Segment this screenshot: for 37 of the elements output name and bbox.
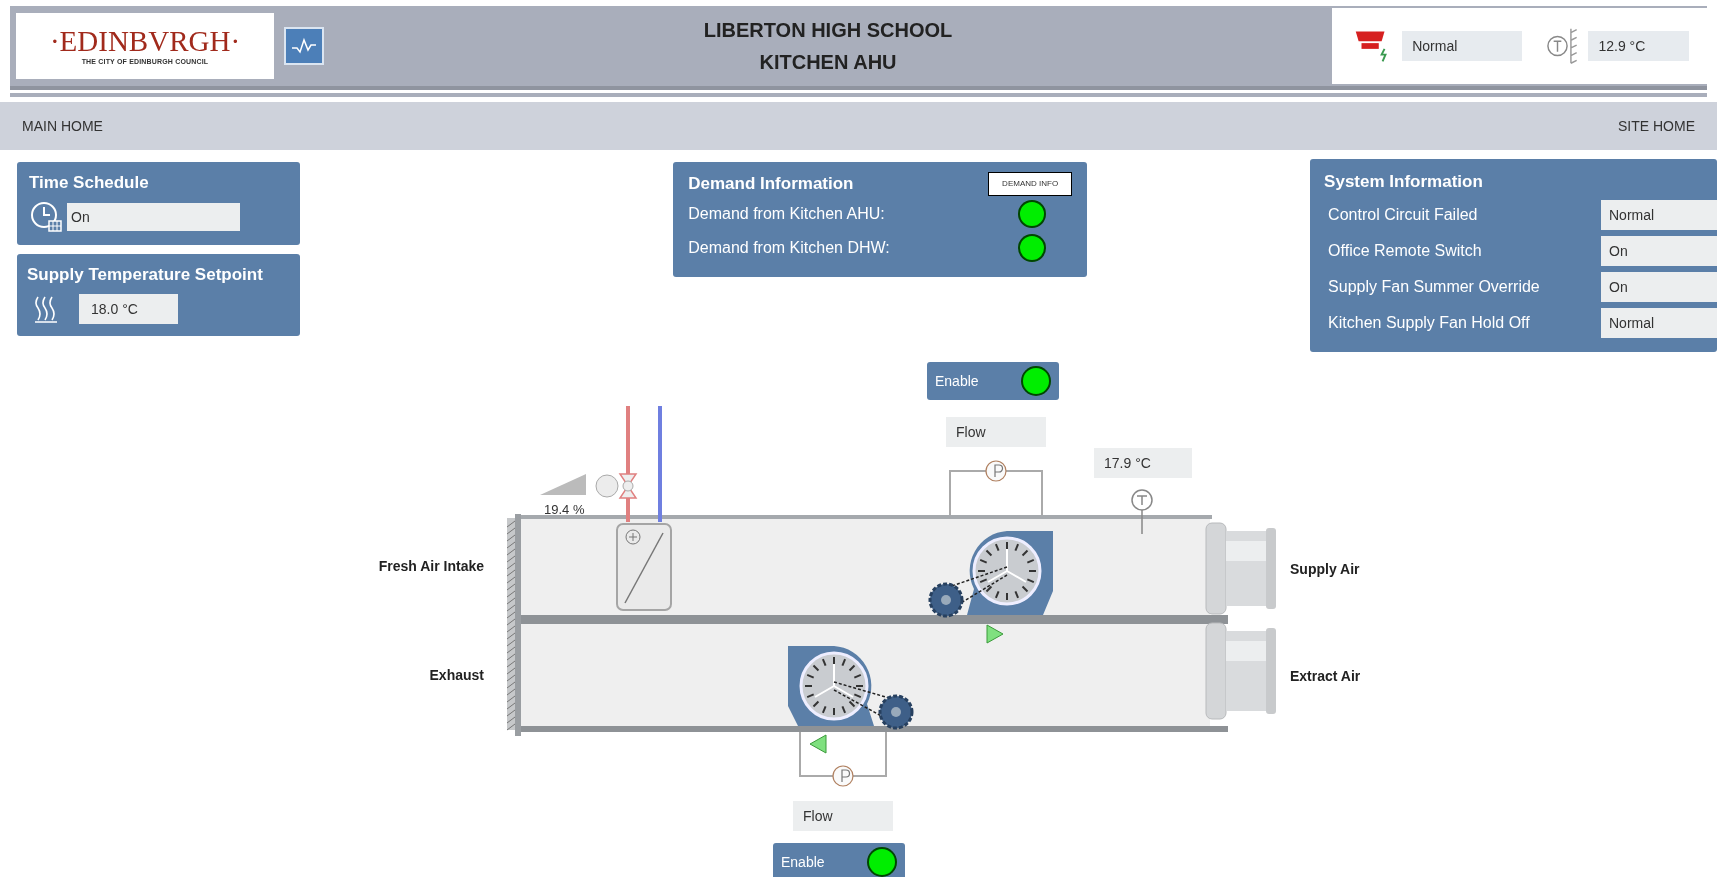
duct-label: Supply Air [1290, 560, 1360, 579]
clock-calendar-icon [29, 199, 63, 234]
panel-title: System Information [1324, 171, 1484, 193]
outside-temperature-field: 12.9 °C [1588, 31, 1689, 61]
schedule-field: On [67, 202, 240, 231]
temperature-field: 17.9 °C [1094, 448, 1192, 478]
panel-title: Demand Information [688, 173, 854, 195]
page-title: LIBERTON HIGH SCHOOL [703, 18, 953, 43]
system-label: Supply Fan Summer Override [1327, 276, 1540, 297]
system-label: Control Circuit Failed [1327, 204, 1478, 225]
main-home-link[interactable]: MAIN HOME [22, 115, 103, 137]
trend-button[interactable] [284, 27, 324, 65]
duct-label: Exhaust [428, 666, 484, 685]
trend-icon [291, 36, 317, 56]
status-field: Normal [1601, 199, 1717, 230]
outside-thermometer-icon [1545, 26, 1579, 66]
alarm-status-field: Normal [1402, 31, 1522, 61]
site-home-link[interactable]: SITE HOME [1618, 115, 1695, 137]
status-field: On [1601, 235, 1717, 266]
system-label: Office Remote Switch [1327, 240, 1482, 261]
system-label: Kitchen Supply Fan Hold Off [1327, 312, 1530, 333]
page-title: KITCHEN AHU [759, 50, 897, 75]
demand-label: Demand from Kitchen DHW: [688, 237, 890, 258]
duct-label: Fresh Air Intake [377, 557, 484, 576]
status-field: On [1601, 271, 1717, 302]
panel-title: Supply Temperature Setpoint [27, 264, 264, 286]
flow-field: Flow [946, 417, 1046, 447]
panel-title: Time Schedule [29, 172, 150, 194]
demand-label: Demand from Kitchen AHU: [688, 203, 885, 224]
valve-position-text: 19.4 % [544, 501, 585, 519]
duct-label: Extract Air [1290, 667, 1361, 686]
status-field: Normal [1601, 307, 1717, 338]
setpoint-field: 18.0 °C [79, 293, 178, 324]
enable-label: Enable [935, 371, 979, 391]
enable-label: Enable [781, 852, 825, 872]
demand-info-button[interactable]: DEMAND INFO [988, 171, 1073, 196]
flow-field: Flow [793, 801, 893, 831]
